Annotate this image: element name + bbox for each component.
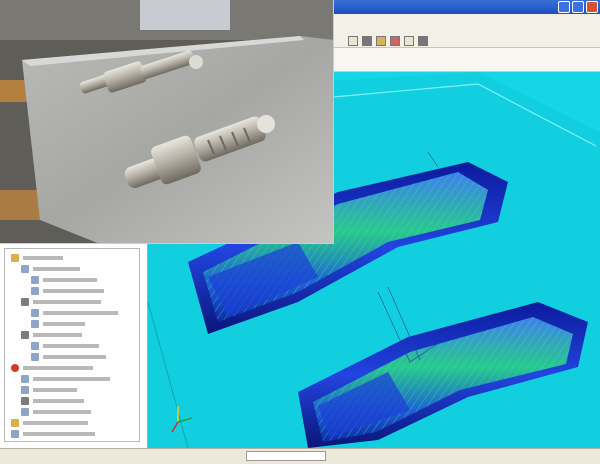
folder-icon (11, 254, 19, 262)
screen (0, 0, 600, 464)
file-icon (31, 342, 39, 350)
tree-item[interactable] (21, 374, 110, 384)
secondary-toolbar (330, 48, 600, 72)
photo-illustration (0, 0, 333, 243)
toolbar (330, 14, 600, 48)
file-icon (21, 408, 29, 416)
tree-item-text-placeholder (33, 267, 80, 271)
machined-parts-photo (0, 0, 334, 244)
operations-tree-panel (0, 242, 148, 448)
tree-item[interactable] (31, 341, 99, 351)
tree-item-text-placeholder (23, 421, 88, 425)
tree-item[interactable] (21, 264, 80, 274)
file-icon (31, 287, 39, 295)
tool-icon (21, 331, 29, 339)
minimize-button[interactable] (558, 1, 570, 13)
tree-item[interactable] (21, 330, 82, 340)
file-icon (21, 375, 29, 383)
tree-item[interactable] (11, 418, 88, 428)
toolbar-icons (348, 36, 428, 46)
tree-item-text-placeholder (43, 311, 118, 315)
edit-icon[interactable] (390, 36, 400, 46)
operations-tree[interactable] (4, 248, 140, 442)
tree-item-text-placeholder (33, 377, 110, 381)
tree-item-text-placeholder (43, 322, 85, 326)
tree-item[interactable] (31, 275, 97, 285)
tree-item-text-placeholder (33, 399, 84, 403)
tree-item[interactable] (21, 407, 91, 417)
tree-item[interactable] (21, 396, 84, 406)
tree-item[interactable] (31, 286, 104, 296)
tree-item-text-placeholder (33, 300, 101, 304)
window-controls (558, 1, 598, 13)
tree-item-text-placeholder (23, 432, 95, 436)
tree-item-text-placeholder (23, 256, 63, 260)
folder-icon (11, 419, 19, 427)
tree-item-text-placeholder (33, 388, 77, 392)
status-bar (0, 448, 600, 464)
warning-icon (11, 364, 19, 372)
file-icon (21, 265, 29, 273)
folder-icon[interactable] (376, 36, 386, 46)
tree-item-text-placeholder (33, 333, 82, 337)
maximize-button[interactable] (572, 1, 584, 13)
status-field[interactable] (246, 451, 326, 461)
tree-item[interactable] (11, 363, 93, 373)
tool-icon (21, 298, 29, 306)
tree-item[interactable] (11, 253, 63, 263)
file-icon (11, 430, 19, 438)
tree-item[interactable] (21, 385, 77, 395)
tree-item-text-placeholder (43, 344, 99, 348)
document-icon[interactable] (348, 36, 358, 46)
close-button[interactable] (586, 1, 598, 13)
wrench-icon[interactable] (418, 36, 428, 46)
tree-item[interactable] (11, 429, 95, 439)
tree-item[interactable] (31, 319, 85, 329)
file-icon (31, 320, 39, 328)
tree-item-text-placeholder (43, 355, 106, 359)
tree-item[interactable] (21, 297, 101, 307)
tree-item[interactable] (31, 352, 106, 362)
title-bar[interactable] (330, 0, 600, 14)
file-icon (21, 386, 29, 394)
minus-icon[interactable] (404, 36, 414, 46)
gear-icon[interactable] (362, 36, 372, 46)
tree-item-text-placeholder (23, 366, 93, 370)
tool-icon (21, 397, 29, 405)
file-icon (31, 276, 39, 284)
tree-item-text-placeholder (33, 410, 91, 414)
tree-item-text-placeholder (43, 289, 104, 293)
file-icon (31, 309, 39, 317)
tree-item[interactable] (31, 308, 118, 318)
tree-item-text-placeholder (43, 278, 97, 282)
file-icon (31, 353, 39, 361)
